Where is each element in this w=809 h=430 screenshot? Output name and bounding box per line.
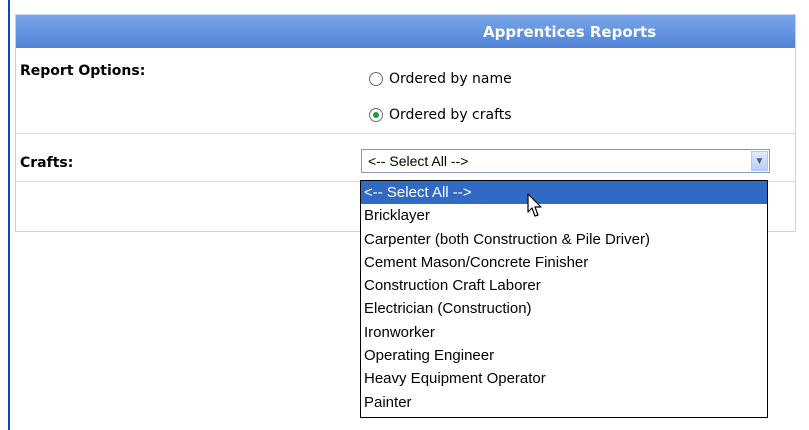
panel-header: Apprentices Reports <box>16 15 795 48</box>
radio-ordered-by-name[interactable]: Ordered by name <box>369 71 512 87</box>
row-divider <box>16 133 795 134</box>
crafts-option[interactable]: Bricklayer <box>361 204 767 227</box>
crafts-select[interactable]: <-- Select All --> ▼ <box>361 149 770 173</box>
cursor-arrow-icon <box>527 193 542 217</box>
crafts-label: Crafts: <box>20 155 74 171</box>
crafts-option[interactable]: Operating Engineer <box>361 344 767 367</box>
crafts-dropdown-list[interactable]: <-- Select All --> Bricklayer Carpenter … <box>360 180 768 418</box>
crafts-option[interactable]: Electrician (Construction) <box>361 297 767 320</box>
radio-button-checked-icon[interactable] <box>369 108 383 122</box>
page-left-border <box>8 0 10 430</box>
crafts-option[interactable]: Heavy Equipment Operator <box>361 367 767 390</box>
radio-ordered-by-crafts[interactable]: Ordered by crafts <box>369 107 512 123</box>
crafts-option[interactable]: Cement Mason/Concrete Finisher <box>361 251 767 274</box>
chevron-down-icon[interactable]: ▼ <box>751 151 768 171</box>
crafts-option[interactable]: Ironworker <box>361 321 767 344</box>
radio-button-icon[interactable] <box>369 72 383 86</box>
crafts-option[interactable]: Construction Craft Laborer <box>361 274 767 297</box>
crafts-option[interactable]: <-- Select All --> <box>361 181 767 205</box>
crafts-option[interactable]: Carpenter (both Construction & Pile Driv… <box>361 228 767 251</box>
report-options-label: Report Options: <box>20 63 146 79</box>
crafts-select-value: <-- Select All --> <box>368 153 469 169</box>
crafts-option[interactable]: Painter <box>361 391 767 414</box>
radio-label: Ordered by crafts <box>389 107 512 123</box>
radio-label: Ordered by name <box>389 71 512 87</box>
panel-title: Apprentices Reports <box>483 22 657 41</box>
